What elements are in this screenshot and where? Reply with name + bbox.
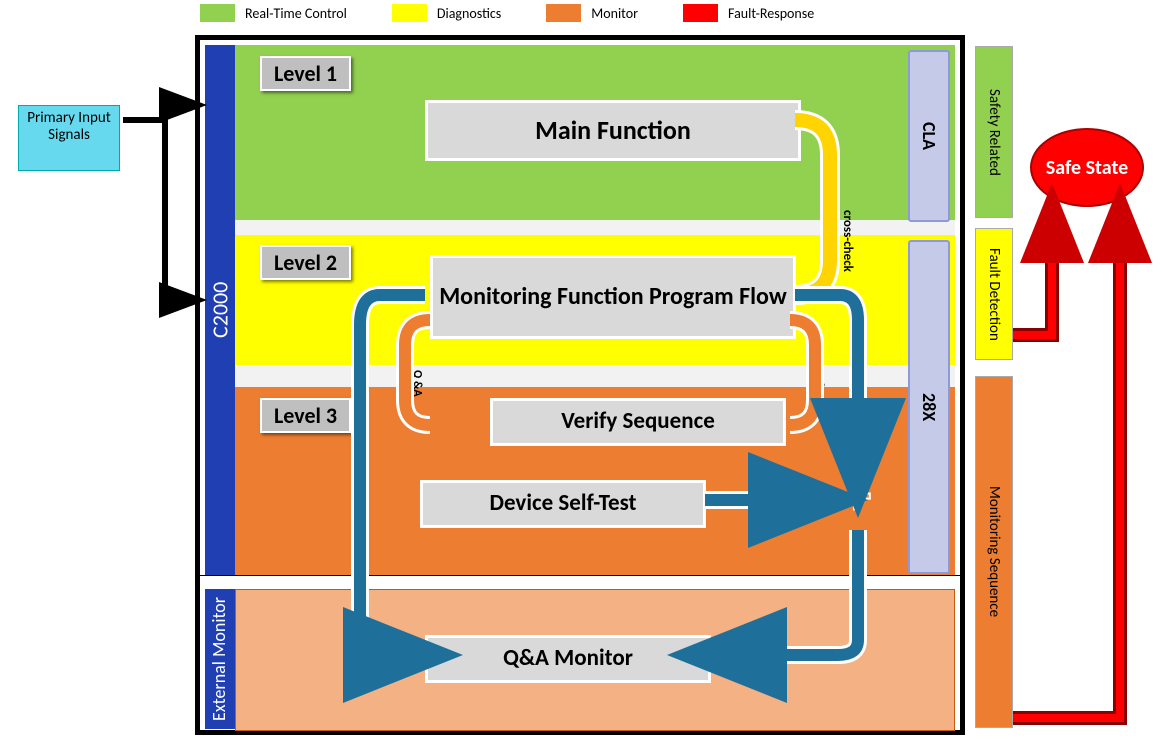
- swatch-orange: [546, 4, 581, 22]
- gap2: [235, 365, 955, 387]
- legend: Real-Time Control Diagnostics Monitor Fa…: [200, 4, 814, 22]
- qa-monitor-box: Q&A Monitor: [425, 635, 711, 683]
- legend-item-diag: Diagnostics: [392, 4, 501, 22]
- legend-label: Real-Time Control: [245, 5, 347, 22]
- level1-label: Level 1: [260, 56, 351, 91]
- external-monitor-bar: External Monitor: [205, 589, 235, 729]
- c2000-bar: C2000: [205, 45, 235, 575]
- main-frame: C2000 External Monitor Level 1 Level 2 L…: [195, 35, 965, 735]
- swatch-red: [683, 4, 718, 22]
- legend-item-fault: Fault-Response: [683, 4, 814, 22]
- qa-label-right: Q &A: [812, 370, 826, 397]
- safety-related-label: Safety Related: [975, 46, 1013, 218]
- legend-label: Monitor: [591, 5, 638, 22]
- level2-label: Level 2: [260, 245, 351, 280]
- crosscheck-label: cross-check: [840, 210, 855, 272]
- swatch-green: [200, 4, 235, 22]
- swatch-yellow: [392, 4, 427, 22]
- 28x-bar: 28X: [908, 240, 950, 574]
- qa-label-left: Q &A: [410, 370, 424, 397]
- legend-label: Fault-Response: [728, 5, 814, 22]
- fault-detection-label: Fault Detection: [975, 228, 1013, 360]
- plus-icon: +: [835, 480, 879, 524]
- legend-label: Diagnostics: [437, 5, 501, 22]
- monitoring-sequence-label: Monitoring Sequence: [975, 376, 1013, 728]
- safe-state-ellipse: Safe State: [1030, 128, 1144, 207]
- primary-input-signals-box: Primary Input Signals: [18, 105, 120, 171]
- main-function-box: Main Function: [425, 100, 801, 161]
- legend-item-mon: Monitor: [546, 4, 638, 22]
- cla-bar: CLA: [908, 50, 950, 222]
- verify-sequence-box: Verify Sequence: [490, 398, 786, 446]
- device-selftest-box: Device Self-Test: [420, 480, 706, 528]
- legend-item-rtc: Real-Time Control: [200, 4, 347, 22]
- gap3: [200, 575, 960, 590]
- monitoring-function-box: Monitoring Function Program Flow: [430, 255, 796, 339]
- level3-label: Level 3: [260, 398, 351, 433]
